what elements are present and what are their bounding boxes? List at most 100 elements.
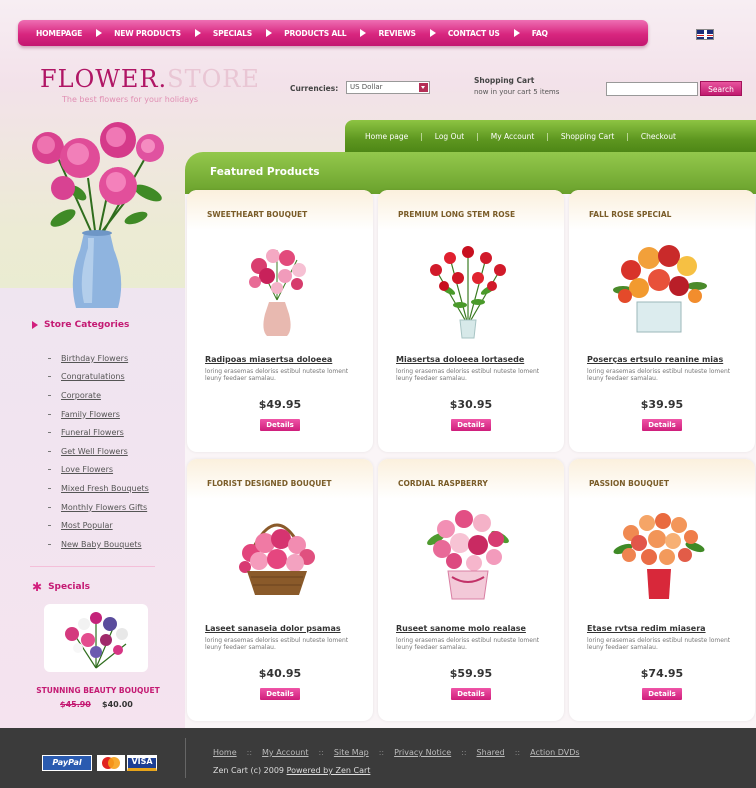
product-name-link[interactable]: Poserças ertsulo reanine mias xyxy=(587,355,723,364)
chevron-down-icon xyxy=(419,83,428,92)
featured-products-header: Featured Products xyxy=(185,152,756,194)
cart-title[interactable]: Shopping Cart xyxy=(474,76,534,85)
product-description: loring erasemas deloriss estibul nuteste… xyxy=(205,368,349,382)
product-price: $40.95 xyxy=(258,667,302,680)
divider xyxy=(30,566,155,567)
product-card: PASSION BOUQUET Etase rvtsa redim miaser… xyxy=(569,459,755,721)
arrow-icon xyxy=(360,29,367,37)
product-title: FALL ROSE SPECIAL xyxy=(589,210,672,219)
details-button[interactable]: Details xyxy=(642,419,682,431)
link-shopping-cart[interactable]: Shopping Cart xyxy=(561,132,614,141)
link-checkout[interactable]: Checkout xyxy=(641,132,676,141)
product-price: $74.95 xyxy=(640,667,684,680)
product-title: SWEETHEART BOUQUET xyxy=(207,210,308,219)
product-image[interactable] xyxy=(418,499,518,609)
product-card: SWEETHEART BOUQUET Radipoas miasertsa do… xyxy=(187,190,373,452)
product-name-link[interactable]: Ruseet sanome molo realase xyxy=(396,624,526,633)
footer-link-shared[interactable]: Shared xyxy=(477,748,505,757)
flower-icon: ✱ xyxy=(32,580,43,594)
specials-heading: ✱ Specials xyxy=(32,580,91,594)
section-title: Featured Products xyxy=(210,166,320,178)
category-item[interactable]: Family Flowers xyxy=(48,405,149,424)
separator: | xyxy=(420,131,423,141)
account-navigation: Home page | Log Out | My Account | Shopp… xyxy=(345,120,756,152)
nav-specials[interactable]: SPECIALS xyxy=(213,29,284,38)
category-item[interactable]: New Baby Bouquets xyxy=(48,535,149,554)
peony-vase-image xyxy=(18,118,178,318)
category-item[interactable]: Congratulations xyxy=(48,368,149,387)
arrow-icon xyxy=(513,29,520,37)
category-item[interactable]: Love Flowers xyxy=(48,461,149,480)
category-item[interactable]: Corporate xyxy=(48,386,149,405)
site-tagline: The best flowers for your holidays xyxy=(62,95,199,104)
product-image[interactable] xyxy=(227,499,327,609)
category-item[interactable]: Funeral Flowers xyxy=(48,423,149,442)
product-card: PREMIUM LONG STEM ROSE Miasertsa doloeea… xyxy=(378,190,564,452)
nav-new-products[interactable]: NEW PRODUCTS xyxy=(114,29,213,38)
product-title: FLORIST DESIGNED BOUQUET xyxy=(207,479,332,488)
visa-icon: VISA xyxy=(127,755,157,771)
product-price: $59.95 xyxy=(449,667,493,680)
category-list: Birthday Flowers Congratulations Corpora… xyxy=(48,349,149,554)
product-name-link[interactable]: Miasertsa doloeea lortasede xyxy=(396,355,524,364)
link-home-page[interactable]: Home page xyxy=(365,132,408,141)
details-button[interactable]: Details xyxy=(451,688,491,700)
search-button[interactable]: Search xyxy=(700,81,742,96)
nav-faq[interactable]: FAQ xyxy=(532,29,562,38)
nav-products-all[interactable]: PRODUCTS ALL xyxy=(284,29,378,38)
powered-by-link[interactable]: Powered by Zen Cart xyxy=(287,766,371,775)
product-price: $39.95 xyxy=(640,398,684,411)
divider xyxy=(185,738,186,778)
cart-status: now in your cart 5 items xyxy=(474,88,560,96)
search-input[interactable] xyxy=(606,82,698,96)
product-image[interactable] xyxy=(609,499,709,609)
product-title: CORDIAL RASPBERRY xyxy=(398,479,488,488)
category-item[interactable]: Get Well Flowers xyxy=(48,442,149,461)
nav-contact-us[interactable]: CONTACT US xyxy=(448,29,532,38)
product-description: loring erasemas deloriss estibul nuteste… xyxy=(396,368,540,382)
nav-reviews[interactable]: REVIEWS xyxy=(378,29,447,38)
footer-link-site-map[interactable]: Site Map xyxy=(334,748,369,757)
uk-flag-icon[interactable] xyxy=(696,29,714,40)
product-image[interactable] xyxy=(418,230,518,340)
details-button[interactable]: Details xyxy=(260,688,300,700)
nav-homepage[interactable]: HOMEPAGE xyxy=(36,29,114,38)
special-product-image[interactable] xyxy=(44,604,148,672)
product-price: $30.95 xyxy=(449,398,493,411)
product-price: $49.95 xyxy=(258,398,302,411)
special-old-price: $45.90 xyxy=(60,700,91,709)
product-card: CORDIAL RASPBERRY Ruseet sanome molo rea… xyxy=(378,459,564,721)
footer-links: Home:: My Account:: Site Map:: Privacy N… xyxy=(213,748,580,757)
details-button[interactable]: Details xyxy=(642,688,682,700)
category-item[interactable]: Most Popular xyxy=(48,516,149,535)
category-item[interactable]: Mixed Fresh Bouquets xyxy=(48,479,149,498)
product-image[interactable] xyxy=(227,230,327,340)
footer-link-privacy[interactable]: Privacy Notice xyxy=(394,748,451,757)
product-name-link[interactable]: Etase rvtsa redim miasera xyxy=(587,624,706,633)
category-item[interactable]: Birthday Flowers xyxy=(48,349,149,368)
product-title: PASSION BOUQUET xyxy=(589,479,670,488)
currency-select[interactable]: US Dollar xyxy=(346,81,430,94)
product-card: FLORIST DESIGNED BOUQUET Laseet sanaseia… xyxy=(187,459,373,721)
product-description: loring erasemas deloriss estibul nuteste… xyxy=(396,637,540,651)
footer-link-action-dvds[interactable]: Action DVDs xyxy=(530,748,579,757)
product-name-link[interactable]: Laseet sanaseia dolor psamas xyxy=(205,624,341,633)
footer-link-my-account[interactable]: My Account xyxy=(262,748,308,757)
link-my-account[interactable]: My Account xyxy=(491,132,535,141)
arrow-icon xyxy=(96,29,103,37)
product-title: PREMIUM LONG STEM ROSE xyxy=(398,210,516,219)
product-name-link[interactable]: Radipoas miasertsa doloeea xyxy=(205,355,332,364)
link-log-out[interactable]: Log Out xyxy=(435,132,464,141)
copyright: Zen Cart (c) 2009 Powered by Zen Cart xyxy=(213,766,371,775)
special-product-name[interactable]: STUNNING BEAUTY BOUQUET xyxy=(18,686,178,695)
footer-link-home[interactable]: Home xyxy=(213,748,237,757)
category-item[interactable]: Monthly Flowers Gifts xyxy=(48,498,149,517)
arrow-icon xyxy=(266,29,273,37)
product-image[interactable] xyxy=(609,230,709,340)
product-description: loring erasemas deloriss estibul nuteste… xyxy=(587,368,731,382)
details-button[interactable]: Details xyxy=(260,419,300,431)
arrow-icon xyxy=(429,29,436,37)
site-logo[interactable]: FLOWER.STORE xyxy=(40,66,260,92)
arrow-icon xyxy=(32,321,38,329)
details-button[interactable]: Details xyxy=(451,419,491,431)
